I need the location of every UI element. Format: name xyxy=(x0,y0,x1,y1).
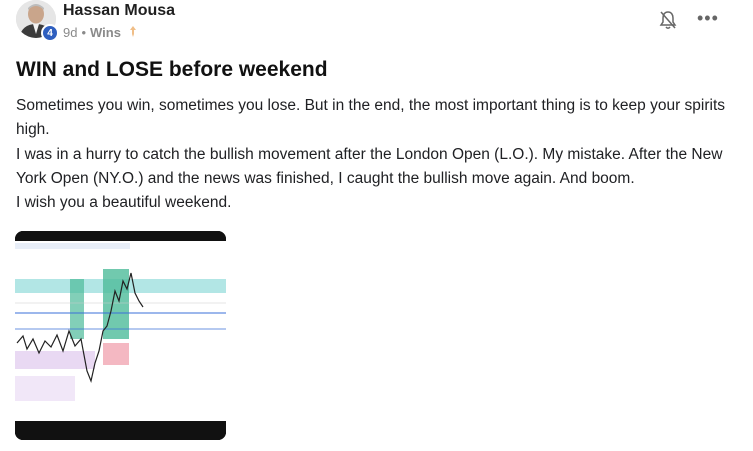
post-body: Sometimes you win, sometimes you lose. B… xyxy=(16,94,731,215)
meta-separator: • xyxy=(81,25,87,40)
post-paragraph: I wish you a beautiful weekend. xyxy=(16,194,232,212)
pin-icon xyxy=(128,25,138,40)
post-title: WIN and LOSE before weekend xyxy=(16,58,328,81)
bell-off-icon[interactable] xyxy=(659,10,677,30)
level-badge: 4 xyxy=(41,24,59,42)
post-category[interactable]: Wins xyxy=(90,25,121,40)
trading-chart-thumbnail xyxy=(15,231,226,440)
post-image-attachment[interactable] xyxy=(15,231,226,440)
post-meta: 9d • Wins xyxy=(63,25,138,40)
post-time: 9d xyxy=(63,25,78,40)
post-paragraph: I was in a hurry to catch the bullish mo… xyxy=(16,145,723,187)
more-options-button[interactable]: ••• xyxy=(697,8,719,29)
post-paragraph: Sometimes you win, sometimes you lose. B… xyxy=(16,97,726,139)
author-name[interactable]: Hassan Mousa xyxy=(63,2,175,20)
